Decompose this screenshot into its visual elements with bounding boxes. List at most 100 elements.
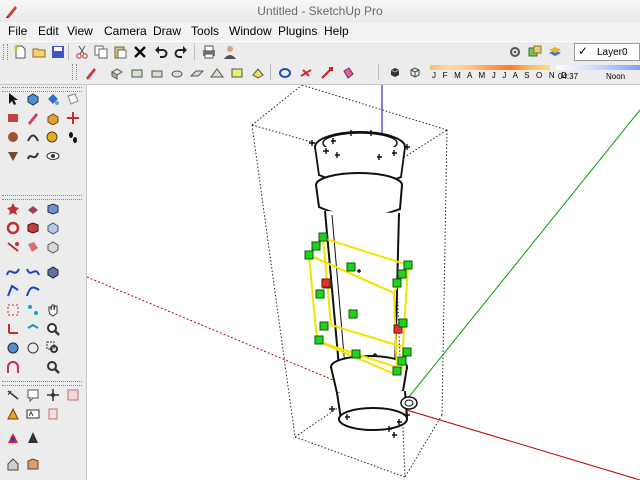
push-pull-tool[interactable] (44, 109, 62, 127)
sandbox-from-contours-tool[interactable] (24, 219, 42, 237)
vertex-edit-tool[interactable] (4, 301, 22, 319)
iso-view-button[interactable] (108, 64, 126, 82)
axes-tool[interactable] (4, 320, 22, 338)
spline-tool[interactable] (24, 282, 42, 300)
wireframe-button[interactable] (249, 64, 267, 82)
layer-dropdown[interactable]: ✓ Layer0 (574, 43, 640, 61)
menu-camera[interactable]: Camera (104, 24, 147, 38)
toolbar-grip[interactable] (72, 64, 77, 80)
outer-shell-tool[interactable] (4, 405, 22, 423)
display-shadows-button[interactable] (406, 64, 424, 82)
left-view-button[interactable] (208, 64, 226, 82)
cut-button[interactable] (73, 43, 91, 61)
new-file-button[interactable] (11, 43, 29, 61)
redo-button[interactable] (172, 43, 190, 61)
scale-grip[interactable] (398, 318, 408, 328)
zoom-tool[interactable] (44, 320, 62, 338)
previous-view-tool[interactable] (64, 386, 82, 404)
shadow-date-slider[interactable]: J F M A M J J A S O N D (430, 65, 567, 82)
polyline-tool[interactable] (4, 282, 22, 300)
rotate-tool[interactable] (4, 219, 22, 237)
axes-text-tool[interactable] (24, 429, 42, 447)
sandbox-smoove-tool[interactable] (4, 200, 22, 218)
top-view-button[interactable] (128, 64, 146, 82)
scale-tool[interactable] (4, 238, 22, 256)
menu-draw[interactable]: Draw (153, 24, 181, 38)
move-tool[interactable] (64, 109, 82, 127)
copy-button[interactable] (92, 43, 110, 61)
sandbox-grid-tool[interactable] (44, 200, 62, 218)
menu-file[interactable]: File (8, 24, 27, 38)
scale-grip[interactable] (304, 250, 314, 260)
walk-tool[interactable] (64, 128, 82, 146)
scale-button[interactable] (318, 64, 336, 82)
shadow-settings-button[interactable] (386, 64, 404, 82)
model-info-button[interactable] (221, 43, 239, 61)
paint-tool[interactable] (44, 90, 62, 108)
menu-view[interactable]: View (67, 24, 93, 38)
model-viewport[interactable] (87, 85, 640, 480)
circle-tool[interactable] (4, 128, 22, 146)
menu-plugins[interactable]: Plugins (278, 24, 317, 38)
orbit-button[interactable] (276, 64, 294, 82)
section-plane-tool[interactable] (24, 320, 42, 338)
lookaround-node-tool[interactable] (24, 301, 42, 319)
scale-grip[interactable] (348, 309, 358, 319)
scale-grip[interactable] (397, 356, 407, 366)
model-canvas[interactable] (87, 85, 640, 480)
menu-edit[interactable]: Edit (38, 24, 59, 38)
scale-grip[interactable] (392, 278, 402, 288)
sandbox-add-detail-tool[interactable] (44, 238, 62, 256)
xray-button[interactable] (228, 64, 246, 82)
follow-me-tool[interactable] (24, 238, 42, 256)
open-button[interactable] (30, 43, 48, 61)
bezier-tool[interactable] (24, 263, 42, 281)
shadow-time-slider[interactable]: 04:37 Noon (556, 65, 640, 82)
scale-grip[interactable] (351, 349, 361, 359)
pan-tool[interactable] (44, 301, 62, 319)
scale-grip[interactable] (403, 260, 413, 270)
sandbox-flip-edge-tool[interactable] (44, 263, 62, 281)
sandbox-drape-tool[interactable] (44, 219, 62, 237)
scale-grip[interactable] (397, 269, 407, 279)
save-button[interactable] (49, 43, 67, 61)
layer-manager-button[interactable] (546, 43, 564, 61)
protractor-tool[interactable] (24, 339, 42, 357)
scale-grip[interactable] (311, 241, 321, 251)
3d-text-tool[interactable] (4, 339, 22, 357)
zoom-window-tool[interactable] (44, 339, 62, 357)
next-view-tool[interactable] (44, 405, 62, 423)
right-view-button[interactable] (168, 64, 186, 82)
paste-button[interactable] (111, 43, 129, 61)
select-tool[interactable] (4, 90, 22, 108)
scale-grip[interactable] (346, 262, 356, 272)
text-tool[interactable] (24, 386, 42, 404)
pencil-button[interactable] (82, 64, 100, 82)
sandbox-stamp-tool[interactable] (24, 200, 42, 218)
warehouse-tool[interactable] (4, 455, 22, 473)
scale-grip[interactable] (314, 335, 324, 345)
3d-text-label-tool[interactable] (24, 405, 42, 423)
polygon-tool[interactable] (4, 147, 22, 165)
make-component-tool[interactable] (24, 90, 42, 108)
scale-grip[interactable] (318, 232, 328, 242)
position-camera-tool[interactable] (44, 386, 62, 404)
scale-grip[interactable] (315, 289, 325, 299)
dimension-tool[interactable] (4, 386, 22, 404)
eraser-tool[interactable] (64, 90, 82, 108)
tape-measure-tool[interactable] (44, 128, 62, 146)
scale-grip[interactable] (319, 321, 329, 331)
freehand-curve-tool[interactable] (4, 263, 22, 281)
back-view-button[interactable] (188, 64, 206, 82)
undo-button[interactable] (152, 43, 170, 61)
building-tool[interactable] (24, 455, 42, 473)
front-view-button[interactable] (148, 64, 166, 82)
scale-grip[interactable] (402, 347, 412, 357)
zoom-extents-tool[interactable] (44, 358, 62, 376)
look-around-tool[interactable] (44, 147, 62, 165)
print-button[interactable] (200, 43, 218, 61)
intersect-tool[interactable] (4, 429, 22, 447)
move-button[interactable] (297, 64, 315, 82)
paint-bucket-button[interactable] (339, 64, 357, 82)
rectangle-tool[interactable] (4, 109, 22, 127)
